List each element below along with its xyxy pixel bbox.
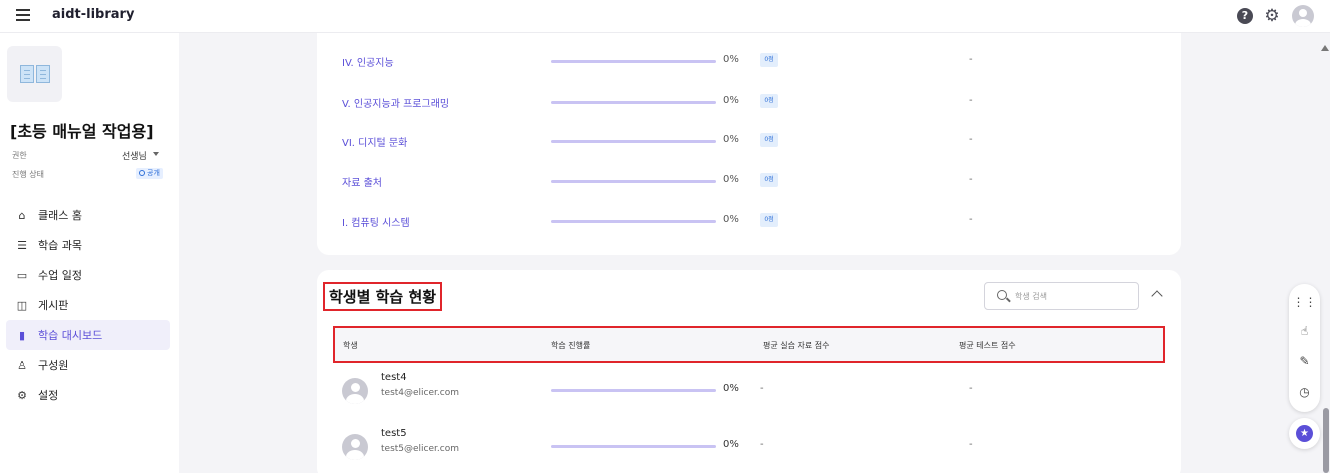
progress-bar [551, 60, 716, 63]
settings-gear-icon[interactable]: ⚙ [1264, 8, 1280, 25]
progress-bar [551, 101, 716, 104]
scrollbar-thumb[interactable] [1323, 408, 1329, 473]
progress-percent: 0% [723, 134, 739, 145]
calendar-icon: ▭ [16, 268, 28, 282]
student-status-card: 학생별 학습 현황 학생 학습 진행률 평균 실습 자료 점수 평균 테스트 점… [317, 270, 1181, 473]
eye-icon [139, 170, 145, 176]
sidebar-item-members[interactable]: ♙ 구성원 [6, 350, 170, 380]
star-icon: ★ [1296, 425, 1313, 442]
student-avatar [342, 434, 368, 460]
user-avatar[interactable] [1292, 5, 1314, 27]
chevron-down-icon[interactable] [153, 152, 159, 156]
home-icon: ⌂ [18, 208, 26, 222]
score-badge: 0점 [760, 173, 778, 187]
score-badge: 0점 [760, 94, 778, 108]
unit-row: 자료 출처 0% 0점 - [317, 171, 1181, 191]
practice-score: - [760, 383, 764, 394]
unit-row: VI. 디지털 문화 0% 0점 - [317, 131, 1181, 151]
sidebar: [초등 매뉴얼 작업용] 권한 선생님 진행 상태 공개 ⌂ 클래스 홈 ☰ 학습 … [0, 33, 179, 473]
board-icon: ◫ [16, 298, 28, 312]
score-badge: 0점 [760, 53, 778, 67]
unit-progress-card: IV. 인공지능 0% 0점 - V. 인공지능과 프로그래밍 0% 0점 - … [317, 33, 1181, 255]
column-header-practice-score: 평균 실습 자료 점수 [763, 341, 830, 350]
test-score: - [969, 439, 973, 450]
practice-score: - [760, 439, 764, 450]
table-header: 학생 학습 진행률 평균 실습 자료 점수 평균 테스트 점수 [333, 326, 1165, 363]
help-icon[interactable]: ? [1237, 8, 1253, 24]
test-score: - [969, 383, 973, 394]
person-icon: ♙ [17, 358, 27, 372]
progress-percent: 0% [723, 214, 739, 225]
unit-row: IV. 인공지능 0% 0점 - [317, 51, 1181, 71]
column-header-test-score: 평균 테스트 점수 [959, 341, 1016, 350]
student-avatar [342, 378, 368, 404]
student-search-box[interactable] [984, 282, 1139, 310]
sidebar-item-subjects[interactable]: ☰ 학습 과목 [6, 230, 170, 260]
unit-name[interactable]: I. 컴퓨팅 시스템 [342, 214, 410, 229]
book-icon [20, 65, 50, 83]
student-search-input[interactable] [1015, 289, 1130, 303]
progress-percent: 0% [723, 174, 739, 185]
extra-value: - [969, 214, 973, 225]
progress-percent: 0% [723, 439, 739, 450]
status-badge: 공개 [136, 168, 163, 179]
gear-icon: ⚙ [17, 388, 27, 402]
search-icon [997, 290, 1007, 300]
student-name: test5 [381, 428, 407, 439]
unit-row: I. 컴퓨팅 시스템 0% 0점 - [317, 211, 1181, 231]
app-title: aidt-library [52, 7, 135, 22]
progress-status-label: 진행 상태 [12, 170, 44, 179]
extra-value: - [969, 134, 973, 145]
student-email: test5@elicer.com [381, 444, 459, 454]
sidebar-item-class-home[interactable]: ⌂ 클래스 홈 [6, 200, 170, 230]
progress-bar [551, 180, 716, 183]
list-icon: ☰ [17, 238, 27, 252]
extra-value: - [969, 54, 973, 65]
sidebar-item-board[interactable]: ◫ 게시판 [6, 290, 170, 320]
ai-assistant-button[interactable]: ★ [1289, 418, 1320, 449]
unit-row: V. 인공지능과 프로그래밍 0% 0점 - [317, 92, 1181, 112]
progress-bar [551, 445, 716, 448]
chevron-up-icon[interactable] [1151, 290, 1163, 302]
permission-label: 권한 [12, 151, 27, 160]
scroll-up-arrow-icon[interactable] [1321, 45, 1329, 51]
column-header-progress: 학습 진행률 [551, 341, 591, 350]
sidebar-item-settings[interactable]: ⚙ 설정 [6, 380, 170, 410]
unit-name[interactable]: V. 인공지능과 프로그래밍 [342, 95, 449, 110]
sidebar-item-schedule[interactable]: ▭ 수업 일정 [6, 260, 170, 290]
unit-name[interactable]: VI. 디지털 문화 [342, 134, 407, 149]
progress-bar [551, 140, 716, 143]
extra-value: - [969, 174, 973, 185]
progress-bar [551, 389, 716, 392]
column-header-student: 학생 [343, 341, 358, 350]
menu-icon[interactable] [16, 9, 30, 21]
extra-value: - [969, 95, 973, 106]
student-email: test4@elicer.com [381, 388, 459, 398]
unit-name[interactable]: 자료 출처 [342, 174, 382, 189]
progress-percent: 0% [723, 383, 739, 394]
score-badge: 0점 [760, 213, 778, 227]
pen-icon[interactable]: ✎ [1289, 351, 1320, 371]
section-title: 학생별 학습 현황 [323, 282, 443, 311]
floating-tool-panel: ⋮⋮ ☝ ✎ ◷ [1289, 284, 1320, 412]
unit-name[interactable]: IV. 인공지능 [342, 54, 394, 69]
progress-percent: 0% [723, 95, 739, 106]
table-row[interactable]: test4 test4@elicer.com 0% - - [317, 372, 1181, 418]
role-dropdown[interactable]: 선생님 [122, 149, 147, 162]
progress-percent: 0% [723, 54, 739, 65]
progress-bar [551, 220, 716, 223]
drag-handle-icon[interactable]: ⋮⋮ [1289, 292, 1320, 312]
class-title: [초등 매뉴얼 작업용] [10, 122, 154, 141]
class-cover-image [7, 46, 62, 102]
top-bar: aidt-library ? ⚙ [0, 0, 1330, 33]
score-badge: 0점 [760, 133, 778, 147]
sidebar-item-dashboard[interactable]: ▮ 학습 대시보드 [6, 320, 170, 350]
bar-chart-icon: ▮ [18, 328, 26, 342]
timer-icon[interactable]: ◷ [1289, 382, 1320, 402]
table-row[interactable]: test5 test5@elicer.com 0% - - [317, 428, 1181, 473]
pointer-hand-icon[interactable]: ☝ [1289, 321, 1320, 341]
student-name: test4 [381, 372, 407, 383]
